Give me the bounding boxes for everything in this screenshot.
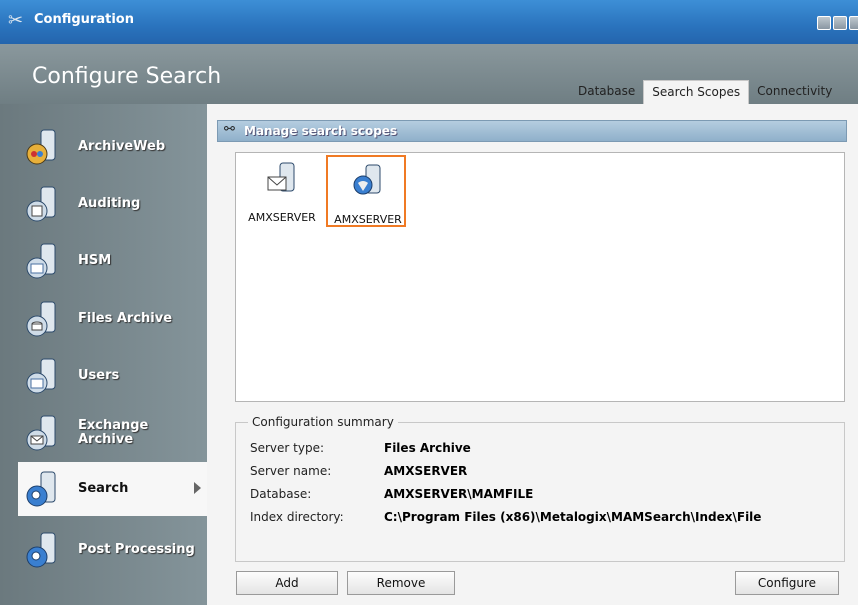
sidebar-item-post-processing[interactable]: Post Processing [0,523,207,577]
binoculars-icon: ⚯ [224,122,235,137]
window-title: Configuration [34,12,134,27]
maximize-button[interactable] [833,16,847,30]
configure-button[interactable]: Configure [735,571,839,595]
globe-server-icon [353,164,381,195]
scope-label: AMXSERVER [248,211,316,224]
sidebar-item-users[interactable]: Users [0,349,207,403]
sidebar-item-label: Exchange Archive [78,418,149,447]
server-search-icon [26,471,56,507]
sidebar-item-label: Users [78,368,120,383]
mail-server-icon [267,162,295,192]
sidebar-item-label: HSM [78,253,112,268]
sidebar-item-search[interactable]: Search [18,462,207,516]
close-button[interactable] [849,16,858,30]
section-header: ⚯ Manage search scopes [217,120,847,142]
sidebar-item-auditing[interactable]: Auditing [0,177,207,231]
sidebar-item-label: Post Processing [78,542,195,557]
sidebar-item-label: Search [78,481,129,496]
chevron-right-icon [194,482,201,494]
server-files-icon [26,301,56,337]
summary-key: Index directory: [250,510,344,524]
section-title: Manage search scopes [244,124,398,138]
add-button[interactable]: Add [236,571,338,595]
server-search-icon [26,532,56,568]
tools-icon: ✂ [8,10,24,31]
tab-search-scopes[interactable]: Search Scopes [643,80,750,104]
scope-item-selected[interactable]: AMXSERVER [326,155,406,227]
configuration-summary: Configuration summary Server type: Files… [235,415,845,562]
server-mail-icon [26,415,56,451]
summary-key: Server name: [250,464,332,478]
tab-bar: Database Search Scopes Connectivity [570,80,840,104]
sidebar: ArchiveWeb Auditing HSM Files Archive Us… [0,104,207,605]
minimize-button[interactable] [817,16,831,30]
summary-value: Files Archive [384,441,471,455]
server-audit-icon [26,186,56,222]
scope-list[interactable]: AMXSERVER AMXSERVER [235,152,845,402]
server-users-icon [26,358,56,394]
tab-database[interactable]: Database [570,80,643,104]
scope-label: AMXSERVER [334,213,402,226]
summary-legend: Configuration summary [248,415,398,429]
summary-value: C:\Program Files (x86)\Metalogix\MAMSear… [384,510,762,524]
summary-key: Database: [250,487,312,501]
page-title: Configure Search [32,64,222,89]
summary-value: AMXSERVER\MAMFILE [384,487,534,501]
scope-item[interactable]: AMXSERVER [242,155,322,227]
sidebar-item-label: ArchiveWeb [78,139,166,154]
remove-button[interactable]: Remove [347,571,455,595]
configuration-window: ✂ Configuration Configure Search Databas… [0,0,858,605]
sidebar-item-archiveweb[interactable]: ArchiveWeb [0,120,207,174]
sidebar-item-label: Files Archive [78,311,173,326]
tab-connectivity[interactable]: Connectivity [749,80,840,104]
sidebar-item-files-archive[interactable]: Files Archive [0,292,207,346]
summary-value: AMXSERVER [384,464,468,478]
server-hsm-icon [26,243,56,279]
server-web-icon [26,129,56,165]
sidebar-item-hsm[interactable]: HSM [0,234,207,288]
sidebar-item-label: Auditing [78,196,141,211]
sidebar-item-exchange-archive[interactable]: Exchange Archive [0,406,207,460]
title-bar[interactable]: ✂ Configuration [0,0,858,44]
summary-key: Server type: [250,441,325,455]
main-content: ⚯ Manage search scopes AMXSERVER AMXSERV… [207,104,858,605]
